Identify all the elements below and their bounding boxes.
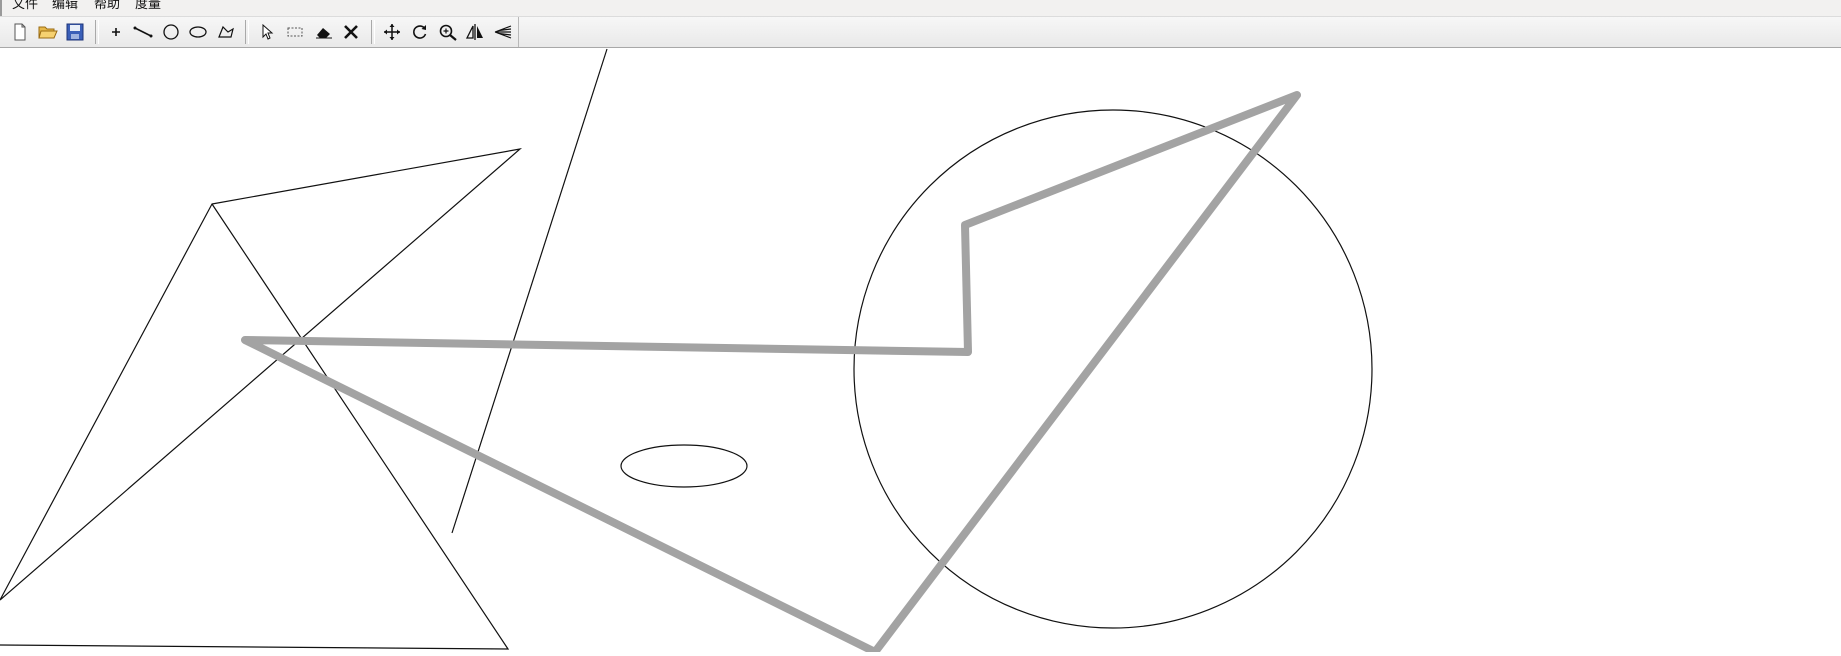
save-button[interactable] bbox=[63, 20, 87, 44]
select-button[interactable] bbox=[255, 20, 279, 44]
thin-polyline-shape[interactable] bbox=[0, 203, 510, 650]
delete-x-icon bbox=[344, 25, 358, 39]
line-tool-icon bbox=[133, 26, 153, 38]
toolbar-edge bbox=[518, 17, 519, 47]
menu-file[interactable]: 文件 bbox=[8, 0, 42, 14]
circle-tool-icon bbox=[163, 24, 179, 40]
thin-triangle-shape[interactable] bbox=[0, 148, 523, 601]
menu-bar: 文件 编辑 帮助 度量 bbox=[0, 0, 1841, 17]
circle-tool-button[interactable] bbox=[159, 20, 183, 44]
open-file-button[interactable] bbox=[36, 20, 60, 44]
move-icon bbox=[384, 24, 400, 40]
polygon-tool-button[interactable] bbox=[214, 20, 238, 44]
drawing-surface bbox=[0, 48, 1373, 656]
move-button[interactable] bbox=[380, 20, 404, 44]
menu-edit[interactable]: 编辑 bbox=[48, 0, 82, 14]
ellipse-tool-icon bbox=[189, 26, 207, 38]
menu-measure[interactable]: 度量 bbox=[131, 0, 165, 14]
circle-shape[interactable] bbox=[853, 109, 1373, 629]
rectangle-select-button[interactable] bbox=[283, 20, 307, 44]
new-file-icon bbox=[14, 23, 26, 41]
toolbar-separator bbox=[245, 20, 249, 44]
scale-button[interactable] bbox=[491, 20, 515, 44]
rectangle-select-icon bbox=[287, 27, 303, 37]
erase-button[interactable] bbox=[312, 20, 336, 44]
mirror-icon bbox=[465, 24, 483, 40]
polygon-tool-icon bbox=[218, 25, 234, 38]
thin-line-shape[interactable] bbox=[451, 48, 608, 534]
toolbar-separator bbox=[371, 20, 375, 44]
open-folder-icon bbox=[38, 26, 58, 39]
scale-icon bbox=[494, 25, 512, 39]
zoom-button[interactable] bbox=[436, 20, 460, 44]
new-file-button[interactable] bbox=[8, 20, 32, 44]
point-tool-icon bbox=[112, 28, 120, 36]
menu-bar-edge bbox=[0, 0, 2, 16]
drawing-canvas[interactable] bbox=[0, 48, 1841, 656]
toolbar bbox=[0, 17, 1841, 48]
erase-tool-icon bbox=[316, 28, 332, 39]
zoom-icon bbox=[439, 24, 457, 41]
rotate-icon bbox=[413, 25, 427, 39]
delete-button[interactable] bbox=[339, 20, 363, 44]
ellipse-shape[interactable] bbox=[620, 444, 748, 488]
mirror-button[interactable] bbox=[463, 20, 487, 44]
save-icon bbox=[66, 23, 84, 41]
ellipse-tool-button[interactable] bbox=[186, 20, 210, 44]
toolbar-separator bbox=[95, 20, 99, 44]
menu-help[interactable]: 帮助 bbox=[90, 0, 124, 14]
line-tool-button[interactable] bbox=[131, 20, 155, 44]
thick-polygon-shape[interactable] bbox=[241, 91, 1301, 656]
point-tool-button[interactable] bbox=[104, 20, 128, 44]
select-arrow-icon bbox=[262, 24, 274, 40]
rotate-button[interactable] bbox=[408, 20, 432, 44]
